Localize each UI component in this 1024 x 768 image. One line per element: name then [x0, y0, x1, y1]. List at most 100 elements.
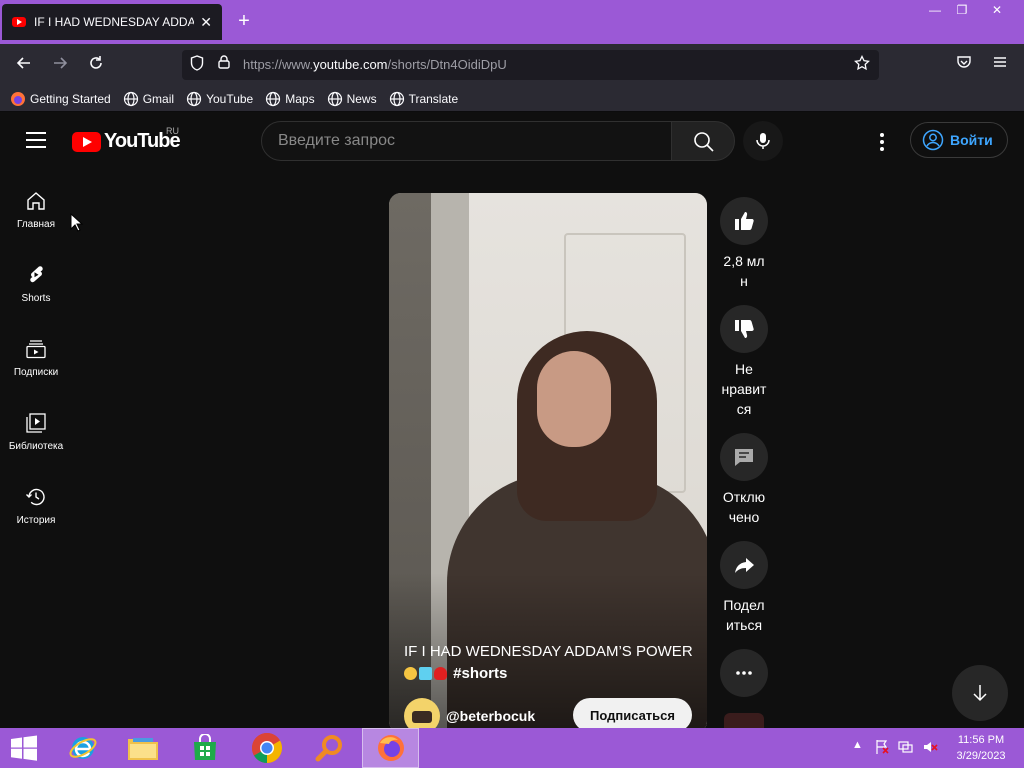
subscribe-button[interactable]: Подписаться	[573, 698, 692, 732]
share-label-line: иться	[725, 617, 763, 633]
video-frame-person-face	[537, 351, 611, 447]
tray-action-center-flag-icon[interactable]	[874, 739, 890, 758]
reload-button[interactable]	[85, 54, 107, 76]
dislike-button[interactable]	[720, 305, 768, 353]
window-minimize-button[interactable]: —	[920, 0, 950, 22]
history-icon	[26, 488, 45, 506]
chrome-icon	[251, 732, 282, 763]
like-count: 2,8 мл н	[716, 251, 772, 291]
internet-explorer-icon	[69, 737, 96, 759]
window-restore-button[interactable]: ❐	[947, 0, 977, 22]
sign-in-label: Войти	[950, 132, 993, 148]
url-prefix: https://www.	[243, 57, 314, 72]
browser-tab-active[interactable]: IF I HAD WEDNESDAY ADDAMS ✕	[2, 4, 222, 40]
menu-line	[26, 146, 46, 148]
bookmark-label: YouTube	[206, 91, 254, 106]
sidebar-item-history[interactable]: История	[0, 466, 72, 540]
sidebar-item-shorts[interactable]: Shorts	[0, 244, 72, 318]
file-explorer-icon	[127, 738, 158, 760]
settings-more-button[interactable]	[870, 130, 894, 154]
tracking-protection-shield-icon[interactable]	[188, 55, 206, 73]
globe-icon	[266, 91, 281, 106]
channel-name[interactable]: @beterbocuk	[446, 708, 535, 724]
guide-menu-button[interactable]	[26, 132, 46, 148]
url-text[interactable]: https://www.youtube.com/shorts/Dtn4OidiD…	[243, 57, 507, 72]
taskbar-store[interactable]	[176, 728, 233, 768]
share-label: Подел иться	[716, 595, 772, 635]
new-tab-button[interactable]: +	[232, 9, 256, 33]
comments-button[interactable]	[720, 433, 768, 481]
bookmark-star-icon[interactable]	[853, 54, 871, 73]
mini-guide-sidebar: Главная Shorts Подписки Библиотека Истор…	[0, 170, 72, 540]
taskbar-clock[interactable]: 11:56 PM 3/29/2023	[946, 732, 1016, 764]
search-input[interactable]	[261, 121, 672, 161]
search-button[interactable]	[671, 121, 735, 161]
bookmark-youtube[interactable]: YouTube	[186, 91, 253, 107]
region-code: RU	[166, 126, 179, 136]
tab-close-icon[interactable]: ✕	[200, 14, 212, 31]
back-button[interactable]	[13, 54, 35, 76]
sidebar-item-home[interactable]: Главная	[0, 170, 72, 244]
like-count-line: н	[740, 273, 748, 289]
bookmark-maps[interactable]: Maps	[265, 91, 315, 107]
menu-line	[26, 132, 46, 134]
start-button[interactable]	[10, 735, 38, 766]
sign-in-button[interactable]: Войти	[910, 122, 1008, 158]
tray-volume-muted-icon[interactable]	[922, 739, 938, 758]
globe-icon	[186, 91, 202, 106]
library-icon	[26, 413, 46, 433]
address-bar[interactable]: https://www.youtube.com/shorts/Dtn4OidiD…	[182, 50, 879, 80]
water-emoji-icon	[419, 667, 432, 680]
taskbar-internet-explorer[interactable]	[54, 728, 111, 768]
tray-network-icon[interactable]	[898, 739, 914, 758]
sidebar-item-subscriptions[interactable]: Подписки	[0, 318, 72, 392]
short-title-text: IF I HAD WEDNESDAY ADDAM’S POWER	[404, 643, 693, 660]
more-options-button[interactable]	[720, 649, 768, 697]
tray-overflow-chevron-icon[interactable]: ▲	[852, 739, 863, 751]
window-close-button[interactable]: ✕	[979, 0, 1015, 22]
next-short-button[interactable]	[952, 665, 1008, 721]
tab-title: IF I HAD WEDNESDAY ADDAMS	[34, 15, 195, 29]
bookmark-getting-started[interactable]: Getting Started	[10, 91, 111, 107]
bookmark-news[interactable]: News	[327, 91, 377, 107]
share-button[interactable]	[720, 541, 768, 589]
back-arrow-icon	[16, 57, 30, 69]
magnifier-icon	[315, 735, 342, 762]
taskbar-file-explorer[interactable]	[114, 728, 171, 768]
forward-button[interactable]	[49, 54, 71, 76]
like-button[interactable]	[720, 197, 768, 245]
thumbs-up-icon	[735, 212, 754, 230]
shorts-hashtag-link[interactable]: #shorts	[453, 665, 507, 682]
youtube-logo[interactable]: YouTube RU	[72, 126, 181, 153]
bookmark-label: Gmail	[142, 91, 175, 106]
taskbar-search-app[interactable]	[300, 728, 357, 768]
sound-thumbnail[interactable]	[724, 713, 764, 729]
home-icon	[27, 192, 45, 210]
taskbar-chrome[interactable]	[238, 728, 295, 768]
pocket-button[interactable]	[953, 54, 975, 76]
like-action: 2,8 мл н	[716, 197, 772, 305]
search-box	[261, 121, 735, 161]
app-menu-button[interactable]	[989, 54, 1011, 76]
short-title-tags: #shorts	[404, 663, 699, 685]
short-title[interactable]: IF I HAD WEDNESDAY ADDAM’S POWER #shorts	[404, 641, 699, 685]
youtube-header: YouTube RU Войти	[0, 112, 1024, 170]
lock-icon[interactable]	[215, 55, 233, 73]
dislike-label-line: ся	[736, 401, 752, 417]
share-arrow-icon	[735, 558, 754, 573]
bookmark-translate[interactable]: Translate	[389, 91, 458, 107]
comments-label-line: чено	[728, 509, 760, 525]
bookmark-gmail[interactable]: Gmail	[123, 91, 174, 107]
firefox-icon	[11, 91, 25, 106]
sidebar-item-label: История	[16, 515, 56, 526]
voice-search-button[interactable]	[743, 121, 783, 161]
microphone-icon	[756, 133, 770, 149]
sidebar-item-library[interactable]: Библиотека	[0, 392, 72, 466]
browser-navbar: https://www.youtube.com/shorts/Dtn4OidiD…	[0, 44, 1024, 86]
scared-face-emoji-icon	[404, 667, 417, 680]
url-host: youtube.com	[313, 57, 388, 72]
taskbar-firefox[interactable]	[362, 728, 419, 768]
mouse-pointer-icon	[70, 213, 84, 232]
shorts-video-player[interactable]: IF I HAD WEDNESDAY ADDAM’S POWER #shorts…	[389, 193, 707, 733]
store-icon	[193, 734, 216, 760]
